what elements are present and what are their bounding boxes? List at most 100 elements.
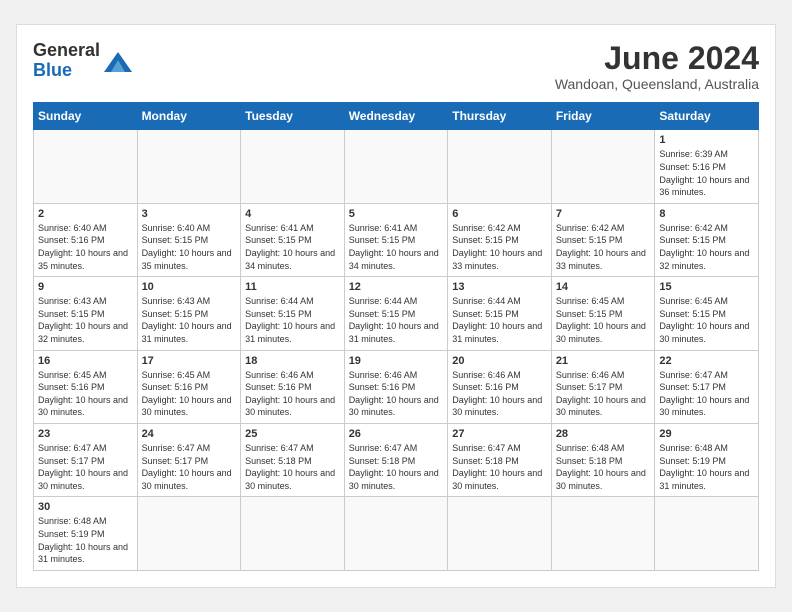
calendar-cell: 26 Sunrise: 6:47 AMSunset: 5:18 PMDayligh… — [344, 423, 448, 496]
weekday-header: Wednesday — [344, 103, 448, 130]
day-number: 25 — [245, 428, 340, 440]
day-number: 26 — [349, 428, 444, 440]
day-number: 5 — [349, 208, 444, 220]
day-info: Sunrise: 6:48 AMSunset: 5:18 PMDaylight:… — [556, 442, 651, 492]
calendar-cell: 11 Sunrise: 6:44 AMSunset: 5:15 PMDayligh… — [241, 277, 345, 350]
day-info: Sunrise: 6:47 AMSunset: 5:17 PMDaylight:… — [142, 442, 237, 492]
calendar-cell: 19 Sunrise: 6:46 AMSunset: 5:16 PMDayligh… — [344, 350, 448, 423]
day-number: 22 — [659, 355, 754, 367]
calendar-week-row: 2 Sunrise: 6:40 AMSunset: 5:16 PMDaylight… — [34, 203, 759, 276]
calendar-cell: 18 Sunrise: 6:46 AMSunset: 5:16 PMDayligh… — [241, 350, 345, 423]
day-number: 21 — [556, 355, 651, 367]
day-info: Sunrise: 6:46 AMSunset: 5:16 PMDaylight:… — [452, 369, 547, 419]
day-info: Sunrise: 6:39 AMSunset: 5:16 PMDaylight:… — [659, 148, 754, 198]
calendar-week-row: 16 Sunrise: 6:45 AMSunset: 5:16 PMDayligh… — [34, 350, 759, 423]
day-info: Sunrise: 6:41 AMSunset: 5:15 PMDaylight:… — [349, 222, 444, 272]
day-info: Sunrise: 6:42 AMSunset: 5:15 PMDaylight:… — [556, 222, 651, 272]
day-number: 14 — [556, 281, 651, 293]
calendar-cell: 10 Sunrise: 6:43 AMSunset: 5:15 PMDayligh… — [137, 277, 241, 350]
day-info: Sunrise: 6:45 AMSunset: 5:16 PMDaylight:… — [142, 369, 237, 419]
calendar-cell: 7Sunrise: 6:42 AMSunset: 5:15 PMDaylight… — [551, 203, 655, 276]
calendar-cell: 24 Sunrise: 6:47 AMSunset: 5:17 PMDayligh… — [137, 423, 241, 496]
day-number: 29 — [659, 428, 754, 440]
day-number: 16 — [38, 355, 133, 367]
day-info: Sunrise: 6:42 AMSunset: 5:15 PMDaylight:… — [452, 222, 547, 272]
day-info: Sunrise: 6:48 AMSunset: 5:19 PMDaylight:… — [659, 442, 754, 492]
day-number: 17 — [142, 355, 237, 367]
day-info: Sunrise: 6:47 AMSunset: 5:18 PMDaylight:… — [349, 442, 444, 492]
calendar-cell: 9 Sunrise: 6:43 AMSunset: 5:15 PMDaylight… — [34, 277, 138, 350]
day-number: 11 — [245, 281, 340, 293]
calendar-cell: 13 Sunrise: 6:44 AMSunset: 5:15 PMDayligh… — [448, 277, 552, 350]
day-number: 13 — [452, 281, 547, 293]
title-section: June 2024 Wandoan, Queensland, Australia — [555, 41, 759, 92]
logo-blue-text: Blue — [33, 60, 72, 80]
day-info: Sunrise: 6:43 AMSunset: 5:15 PMDaylight:… — [38, 295, 133, 345]
logo-icon — [104, 52, 132, 72]
day-info: Sunrise: 6:47 AMSunset: 5:17 PMDaylight:… — [38, 442, 133, 492]
calendar-cell: 12Sunrise: 6:44 AMSunset: 5:15 PMDayligh… — [344, 277, 448, 350]
day-info: Sunrise: 6:44 AMSunset: 5:15 PMDaylight:… — [452, 295, 547, 345]
day-number: 30 — [38, 501, 133, 513]
calendar-cell: 21Sunrise: 6:46 AMSunset: 5:17 PMDayligh… — [551, 350, 655, 423]
calendar-cell — [344, 497, 448, 570]
day-info: Sunrise: 6:45 AMSunset: 5:15 PMDaylight:… — [556, 295, 651, 345]
weekday-header: Monday — [137, 103, 241, 130]
calendar-cell: 8Sunrise: 6:42 AMSunset: 5:15 PMDaylight… — [655, 203, 759, 276]
day-number: 27 — [452, 428, 547, 440]
calendar-cell — [655, 497, 759, 570]
calendar-cell — [137, 497, 241, 570]
calendar-cell — [137, 130, 241, 203]
day-number: 3 — [142, 208, 237, 220]
weekday-header: Saturday — [655, 103, 759, 130]
day-number: 1 — [659, 134, 754, 146]
weekday-header: Sunday — [34, 103, 138, 130]
logo-general-text: General — [33, 40, 100, 60]
calendar-table: SundayMondayTuesdayWednesdayThursdayFrid… — [33, 102, 759, 570]
calendar-cell: 14 Sunrise: 6:45 AMSunset: 5:15 PMDayligh… — [551, 277, 655, 350]
calendar-cell: 25 Sunrise: 6:47 AMSunset: 5:18 PMDayligh… — [241, 423, 345, 496]
weekday-header: Tuesday — [241, 103, 345, 130]
day-info: Sunrise: 6:48 AMSunset: 5:19 PMDaylight:… — [38, 515, 133, 565]
calendar-cell: 22 Sunrise: 6:47 AMSunset: 5:17 PMDayligh… — [655, 350, 759, 423]
day-number: 9 — [38, 281, 133, 293]
day-number: 8 — [659, 208, 754, 220]
weekday-header: Friday — [551, 103, 655, 130]
day-info: Sunrise: 6:44 AMSunset: 5:15 PMDaylight:… — [245, 295, 340, 345]
day-info: Sunrise: 6:44 AMSunset: 5:15 PMDaylight:… — [349, 295, 444, 345]
calendar-cell — [344, 130, 448, 203]
calendar-cell: 3 Sunrise: 6:40 AMSunset: 5:15 PMDaylight… — [137, 203, 241, 276]
day-info: Sunrise: 6:40 AMSunset: 5:16 PMDaylight:… — [38, 222, 133, 272]
calendar-cell: 29 Sunrise: 6:48 AMSunset: 5:19 PMDayligh… — [655, 423, 759, 496]
day-info: Sunrise: 6:43 AMSunset: 5:15 PMDaylight:… — [142, 295, 237, 345]
calendar-cell: 20 Sunrise: 6:46 AMSunset: 5:16 PMDayligh… — [448, 350, 552, 423]
calendar-cell: 2 Sunrise: 6:40 AMSunset: 5:16 PMDaylight… — [34, 203, 138, 276]
day-number: 6 — [452, 208, 547, 220]
calendar-cell: 5 Sunrise: 6:41 AMSunset: 5:15 PMDaylight… — [344, 203, 448, 276]
calendar-cell: 4Sunrise: 6:41 AMSunset: 5:15 PMDaylight… — [241, 203, 345, 276]
day-number: 2 — [38, 208, 133, 220]
calendar-cell — [551, 497, 655, 570]
calendar-week-row: 30 Sunrise: 6:48 AMSunset: 5:19 PMDayligh… — [34, 497, 759, 570]
day-number: 28 — [556, 428, 651, 440]
calendar-week-row: 23Sunrise: 6:47 AMSunset: 5:17 PMDayligh… — [34, 423, 759, 496]
day-info: Sunrise: 6:46 AMSunset: 5:16 PMDaylight:… — [245, 369, 340, 419]
day-info: Sunrise: 6:47 AMSunset: 5:17 PMDaylight:… — [659, 369, 754, 419]
day-number: 19 — [349, 355, 444, 367]
day-number: 20 — [452, 355, 547, 367]
logo: General Blue — [33, 41, 132, 81]
day-info: Sunrise: 6:40 AMSunset: 5:15 PMDaylight:… — [142, 222, 237, 272]
calendar-cell — [241, 130, 345, 203]
day-number: 18 — [245, 355, 340, 367]
day-number: 15 — [659, 281, 754, 293]
day-info: Sunrise: 6:46 AMSunset: 5:16 PMDaylight:… — [349, 369, 444, 419]
calendar-cell — [448, 130, 552, 203]
calendar-cell — [551, 130, 655, 203]
day-number: 24 — [142, 428, 237, 440]
weekday-header: Thursday — [448, 103, 552, 130]
calendar-cell — [448, 497, 552, 570]
calendar-cell: 17 Sunrise: 6:45 AMSunset: 5:16 PMDayligh… — [137, 350, 241, 423]
day-info: Sunrise: 6:47 AMSunset: 5:18 PMDaylight:… — [245, 442, 340, 492]
day-number: 10 — [142, 281, 237, 293]
calendar-cell: 1 Sunrise: 6:39 AMSunset: 5:16 PMDaylight… — [655, 130, 759, 203]
